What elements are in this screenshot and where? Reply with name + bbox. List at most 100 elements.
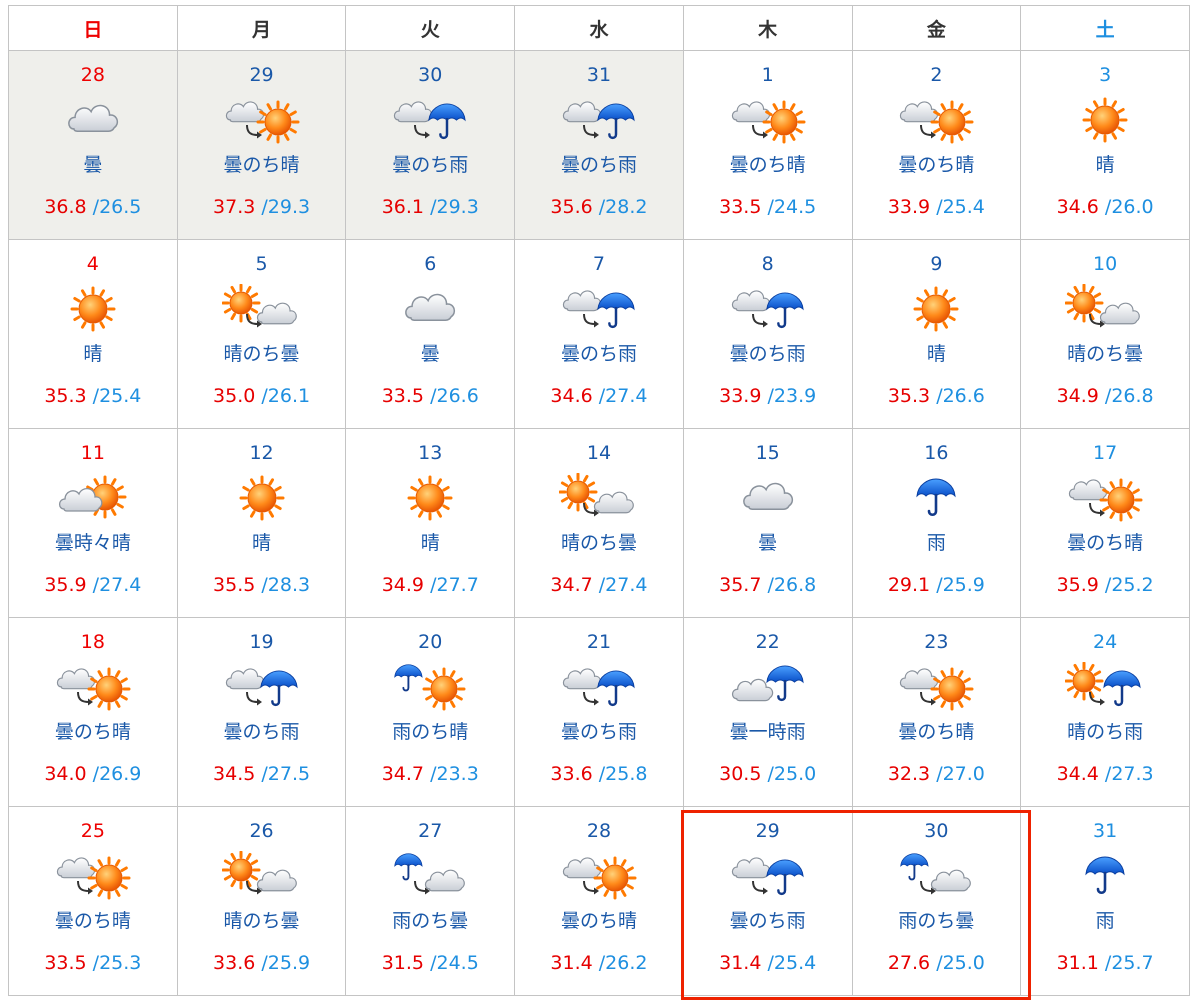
day-cell[interactable]: 29 曇のち晴 37.3 /29.3	[176, 50, 347, 240]
rain-then-cloud-icon	[900, 853, 972, 895]
max-temperature: 31.1	[1056, 952, 1099, 974]
day-number: 29	[249, 64, 274, 86]
day-number: 27	[418, 820, 443, 842]
weather-label: 曇のち晴	[54, 721, 131, 743]
max-temperature: 34.5	[213, 763, 256, 785]
temperature-range: 29.1 /25.9	[853, 573, 1021, 597]
day-cell[interactable]: 9 晴 35.3 /26.6	[851, 239, 1022, 429]
week-row: 28 曇 36.8 /26.5 29 曇のち晴 37.3 /29.3 30 曇のち雨 36.1 …	[8, 50, 1190, 240]
day-cell[interactable]: 14 晴のち曇 34.7 /27.4	[514, 428, 684, 618]
temperature-range: 33.9 /23.9	[684, 384, 852, 408]
sun-icon	[239, 475, 285, 521]
day-cell[interactable]: 11 曇時々晴 35.9 /27.4	[8, 428, 178, 618]
day-cell[interactable]: 21 曇のち雨 33.6 /25.8	[514, 617, 684, 807]
day-cell[interactable]: 18 曇のち晴 34.0 /26.9	[8, 617, 178, 807]
day-cell[interactable]: 19 曇のち雨 34.5 /27.5	[176, 617, 347, 807]
day-cell[interactable]: 1 曇のち晴 33.5 /24.5	[682, 50, 853, 240]
day-number: 19	[249, 631, 274, 653]
min-temperature: /25.3	[92, 952, 142, 974]
max-temperature: 34.6	[550, 385, 593, 407]
sun-icon	[407, 475, 453, 521]
day-cell[interactable]: 4 晴 35.3 /25.4	[8, 239, 178, 429]
weather-label: 曇	[420, 343, 440, 365]
max-temperature: 34.9	[1056, 385, 1099, 407]
temperature-range: 30.5 /25.0	[684, 762, 852, 786]
max-temperature: 36.8	[44, 196, 87, 218]
day-number: 12	[249, 442, 274, 464]
day-cell[interactable]: 3 晴 34.6 /26.0	[1020, 50, 1190, 240]
sun-then-cloud-icon	[221, 284, 297, 328]
day-cell[interactable]: 10 晴のち曇 34.9 /26.8	[1020, 239, 1190, 429]
min-temperature: /27.7	[430, 574, 479, 596]
day-cell[interactable]: 5 晴のち曇 35.0 /26.1	[176, 239, 347, 429]
day-cell[interactable]: 15 曇 35.7 /26.8	[682, 428, 853, 618]
day-cell[interactable]: 31 曇のち雨 35.6 /28.2	[514, 50, 684, 240]
day-number: 29	[755, 820, 780, 842]
min-temperature: /25.2	[1104, 574, 1154, 596]
weather-label: 曇のち晴	[1067, 532, 1144, 554]
day-cell[interactable]: 28 曇のち晴 31.4 /26.2	[514, 806, 684, 996]
min-temperature: /27.5	[261, 763, 311, 785]
day-cell[interactable]: 7 曇のち雨 34.6 /27.4	[514, 239, 684, 429]
min-temperature: /26.6	[936, 385, 985, 407]
day-cell[interactable]: 2 曇のち晴 33.9 /25.4	[851, 50, 1022, 240]
day-cell[interactable]: 6 曇 33.5 /26.6	[345, 239, 516, 429]
temperature-range: 36.8 /26.5	[9, 195, 177, 219]
day-cell[interactable]: 30 曇のち雨 36.1 /29.3	[345, 50, 516, 240]
min-temperature: /24.5	[430, 952, 479, 974]
day-cell[interactable]: 29 曇のち雨 31.4 /25.4	[682, 806, 853, 996]
day-cell[interactable]: 31 雨 31.1 /25.7	[1020, 806, 1190, 996]
temperature-range: 35.3 /25.4	[9, 384, 177, 408]
day-cell[interactable]: 26 晴のち曇 33.6 /25.9	[176, 806, 347, 996]
day-number: 31	[1093, 820, 1118, 842]
day-cell[interactable]: 30 雨のち曇 27.6 /25.0	[851, 806, 1022, 996]
day-cell[interactable]: 13 晴 34.9 /27.7	[345, 428, 516, 618]
day-number: 15	[755, 442, 780, 464]
weather-label: 晴	[252, 532, 272, 554]
cloud-then-rain-icon	[562, 101, 635, 140]
rain-then-sun-icon	[394, 664, 466, 711]
max-temperature: 33.9	[887, 196, 931, 218]
day-cell[interactable]: 12 晴 35.5 /28.3	[176, 428, 347, 618]
temperature-range: 31.4 /26.2	[515, 951, 683, 975]
max-temperature: 35.9	[1056, 574, 1099, 596]
day-cell[interactable]: 22 曇一時雨 30.5 /25.0	[682, 617, 853, 807]
sun-then-cloud-icon	[558, 473, 634, 517]
day-cell[interactable]: 17 曇のち晴 35.9 /25.2	[1020, 428, 1190, 618]
weather-label: 曇のち晴	[729, 154, 806, 176]
day-cell[interactable]: 23 曇のち晴 32.3 /27.0	[851, 617, 1022, 807]
min-temperature: /26.2	[598, 952, 648, 974]
min-temperature: /25.9	[261, 952, 311, 974]
day-cell[interactable]: 25 曇のち晴 33.5 /25.3	[8, 806, 178, 996]
cloud-then-sun-icon	[731, 100, 806, 144]
day-cell[interactable]: 20 雨のち晴 34.7 /23.3	[345, 617, 516, 807]
day-number: 24	[1093, 631, 1118, 653]
week-row: 4 晴 35.3 /25.4 5 晴のち曇 35.0 /26.1 6 曇 33.5 /26.6 7…	[8, 239, 1190, 429]
weather-label: 雨	[1095, 910, 1115, 932]
temperature-range: 35.9 /25.2	[1021, 573, 1189, 597]
day-cell[interactable]: 8 曇のち雨 33.9 /23.9	[682, 239, 853, 429]
sun-icon	[70, 286, 116, 332]
weather-label: 曇一時雨	[729, 721, 806, 743]
week-row: 18 曇のち晴 34.0 /26.9 19 曇のち雨 34.5 /27.5 20 雨のち晴 34…	[8, 617, 1190, 807]
weather-label: 晴のち曇	[560, 532, 637, 554]
max-temperature: 31.5	[381, 952, 425, 974]
max-temperature: 35.5	[213, 574, 256, 596]
temperature-range: 34.6 /27.4	[515, 384, 683, 408]
max-temperature: 31.4	[719, 952, 762, 974]
cloud-then-rain-icon	[394, 101, 466, 140]
temperature-range: 34.9 /27.7	[346, 573, 514, 597]
day-cell[interactable]: 16 雨 29.1 /25.9	[851, 428, 1022, 618]
day-cell[interactable]: 24 晴のち雨 34.4 /27.3	[1020, 617, 1190, 807]
day-cell[interactable]: 28 曇 36.8 /26.5	[8, 50, 178, 240]
day-number: 23	[924, 631, 949, 653]
weather-label: 曇のち晴	[54, 910, 131, 932]
day-cell[interactable]: 27 雨のち曇 31.5 /24.5	[345, 806, 516, 996]
day-number: 4	[86, 253, 99, 275]
weekday-header-row: 日 月 火 水 木 金 土	[8, 5, 1190, 51]
weather-label: 曇	[758, 532, 778, 554]
weather-label: 曇のち雨	[729, 910, 806, 932]
min-temperature: /27.0	[936, 763, 985, 785]
temperature-range: 35.6 /28.2	[515, 195, 683, 219]
temperature-range: 33.6 /25.9	[178, 951, 346, 975]
